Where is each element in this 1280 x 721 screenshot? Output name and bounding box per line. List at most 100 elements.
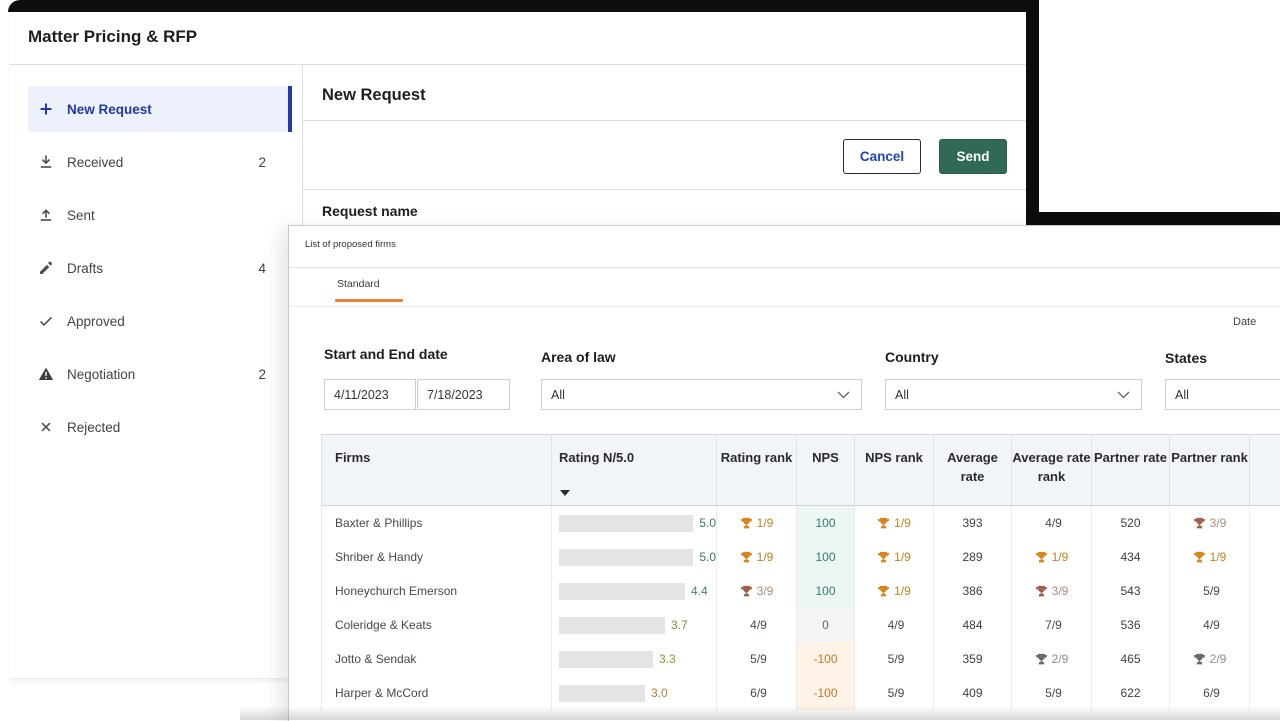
- sort-descending-icon[interactable]: [560, 490, 570, 496]
- average-rate-cell: 484: [934, 608, 1012, 642]
- trophy-icon: [1035, 653, 1048, 666]
- rating-bar: [559, 549, 693, 566]
- send-button[interactable]: Send: [939, 139, 1007, 174]
- trophy-icon: [877, 585, 890, 598]
- sidebar-item-label: Rejected: [67, 420, 120, 435]
- firm-name-cell: Shriber & Handy: [322, 540, 552, 574]
- partner-rate-cell: 434: [1092, 540, 1170, 574]
- nps-cell: -100: [797, 676, 855, 710]
- rating-cell: 3.7: [552, 608, 717, 642]
- sidebar-item-received[interactable]: Received 2: [28, 139, 292, 185]
- rank-value: 1/9: [894, 584, 911, 598]
- sidebar-item-new-request[interactable]: New Request: [28, 86, 292, 132]
- rating-bar: [559, 515, 693, 532]
- tab-standard[interactable]: Standard: [337, 278, 380, 290]
- country-value: All: [886, 388, 909, 402]
- firm-table-row[interactable]: Coleridge & Keats3.74/904/94847/95364/9: [321, 608, 1280, 642]
- tab-strip-divider: [289, 306, 1280, 307]
- firm-table-row[interactable]: Harper & McCord3.06/9-1005/94095/96226/9: [321, 676, 1280, 710]
- column-header-average-rate-rank[interactable]: Average rate rank: [1012, 435, 1092, 505]
- cancel-button[interactable]: Cancel: [843, 139, 921, 174]
- nps-cell: 100: [797, 506, 855, 540]
- nps-rank-cell: 1/9: [855, 540, 934, 574]
- rating-rank-cell: 6/9: [717, 676, 797, 710]
- rank-value: 1/9: [1210, 550, 1227, 564]
- rank-value: 3/9: [757, 584, 774, 598]
- firm-table-row[interactable]: Honeychurch Emerson4.43/91001/93863/9543…: [321, 574, 1280, 608]
- column-header-partner-rank[interactable]: Partner rank: [1170, 435, 1250, 505]
- firm-table-row[interactable]: Baxter & Phillips5.01/91001/93934/95203/…: [321, 506, 1280, 540]
- trophy-icon: [740, 517, 753, 530]
- rating-value: 3.0: [651, 686, 668, 700]
- column-header-nps-rank[interactable]: NPS rank: [855, 435, 934, 505]
- firms-table: Firms Rating N/5.0 Rating rank NPS NPS r…: [321, 434, 1280, 710]
- warning-icon: [38, 366, 54, 382]
- partner-rate-cell: 465: [1092, 642, 1170, 676]
- rating-cell: 4.4: [552, 574, 717, 608]
- clipped-cell: [1250, 676, 1280, 710]
- area-of-law-select[interactable]: All: [541, 379, 862, 410]
- date-label: Date: [1233, 316, 1256, 328]
- trophy-icon: [740, 551, 753, 564]
- rank-value: 2/9: [1052, 652, 1069, 666]
- column-header-average-rate[interactable]: Average rate: [934, 435, 1012, 505]
- sidebar-item-negotiation[interactable]: Negotiation 2: [28, 351, 292, 397]
- nps-rank-cell: 5/9: [855, 676, 934, 710]
- start-date-input[interactable]: 4/11/2023: [324, 379, 416, 410]
- rating-rank-cell: 1/9: [717, 506, 797, 540]
- states-select[interactable]: All: [1165, 379, 1280, 410]
- rank-value: 1/9: [894, 516, 911, 530]
- page-title: Matter Pricing & RFP: [28, 27, 197, 47]
- partner-rate-cell: 536: [1092, 608, 1170, 642]
- column-header-nps[interactable]: NPS: [797, 435, 855, 505]
- sidebar-item-drafts[interactable]: Drafts 4: [28, 245, 292, 291]
- column-header-firms[interactable]: Firms: [322, 435, 552, 505]
- trophy-icon: [740, 585, 753, 598]
- rank-value: 5/9: [888, 686, 905, 700]
- rating-value: 3.3: [659, 652, 676, 666]
- clipped-cell: [1250, 506, 1280, 540]
- clipped-cell: [1250, 642, 1280, 676]
- clipped-cell: [1250, 540, 1280, 574]
- sidebar-item-approved[interactable]: Approved: [28, 298, 292, 344]
- pencil-icon: [38, 260, 54, 276]
- firm-table-row[interactable]: Jotto & Sendak3.35/9-1005/93592/94652/9: [321, 642, 1280, 676]
- sidebar-item-rejected[interactable]: Rejected: [28, 404, 292, 450]
- trophy-icon: [1193, 517, 1206, 530]
- area-of-law-label: Area of law: [541, 349, 616, 365]
- end-date-input[interactable]: 7/18/2023: [417, 379, 510, 410]
- rating-bar: [559, 617, 665, 634]
- rating-rank-cell: 3/9: [717, 574, 797, 608]
- rank-value: 6/9: [1203, 686, 1220, 700]
- area-of-law-value: All: [542, 388, 565, 402]
- nps-cell: 100: [797, 574, 855, 608]
- rank-value: 6/9: [750, 686, 767, 700]
- country-select[interactable]: All: [885, 379, 1142, 410]
- sidebar-item-count: 4: [258, 261, 292, 276]
- rating-rank-cell: 5/9: [717, 642, 797, 676]
- rank-value: 5/9: [750, 652, 767, 666]
- column-header-rating[interactable]: Rating N/5.0: [552, 435, 717, 505]
- sidebar-item-label: Sent: [67, 208, 95, 223]
- rating-cell: 3.0: [552, 676, 717, 710]
- firm-name-cell: Jotto & Sendak: [322, 642, 552, 676]
- rating-bar: [559, 651, 653, 668]
- partner-rank-cell: 4/9: [1170, 608, 1250, 642]
- rank-value: 4/9: [1045, 516, 1062, 530]
- firm-name-cell: Honeychurch Emerson: [322, 574, 552, 608]
- rank-value: 3/9: [1210, 516, 1227, 530]
- column-header-partner-rate[interactable]: Partner rate: [1092, 435, 1170, 505]
- nps-rank-cell: 1/9: [855, 574, 934, 608]
- average-rate-rank-cell: 3/9: [1012, 574, 1092, 608]
- partner-rate-cell: 520: [1092, 506, 1170, 540]
- tab-active-underline: [335, 299, 403, 302]
- average-rate-rank-cell: 4/9: [1012, 506, 1092, 540]
- states-value: All: [1166, 388, 1189, 402]
- trophy-icon: [1193, 653, 1206, 666]
- column-header-rating-rank[interactable]: Rating rank: [717, 435, 797, 505]
- rank-value: 5/9: [1203, 584, 1220, 598]
- date-range-label: Start and End date: [324, 346, 448, 362]
- firm-table-row[interactable]: Shriber & Handy5.01/91001/92891/94341/9: [321, 540, 1280, 574]
- clipped-cell: [1250, 608, 1280, 642]
- sidebar-item-sent[interactable]: Sent: [28, 192, 292, 238]
